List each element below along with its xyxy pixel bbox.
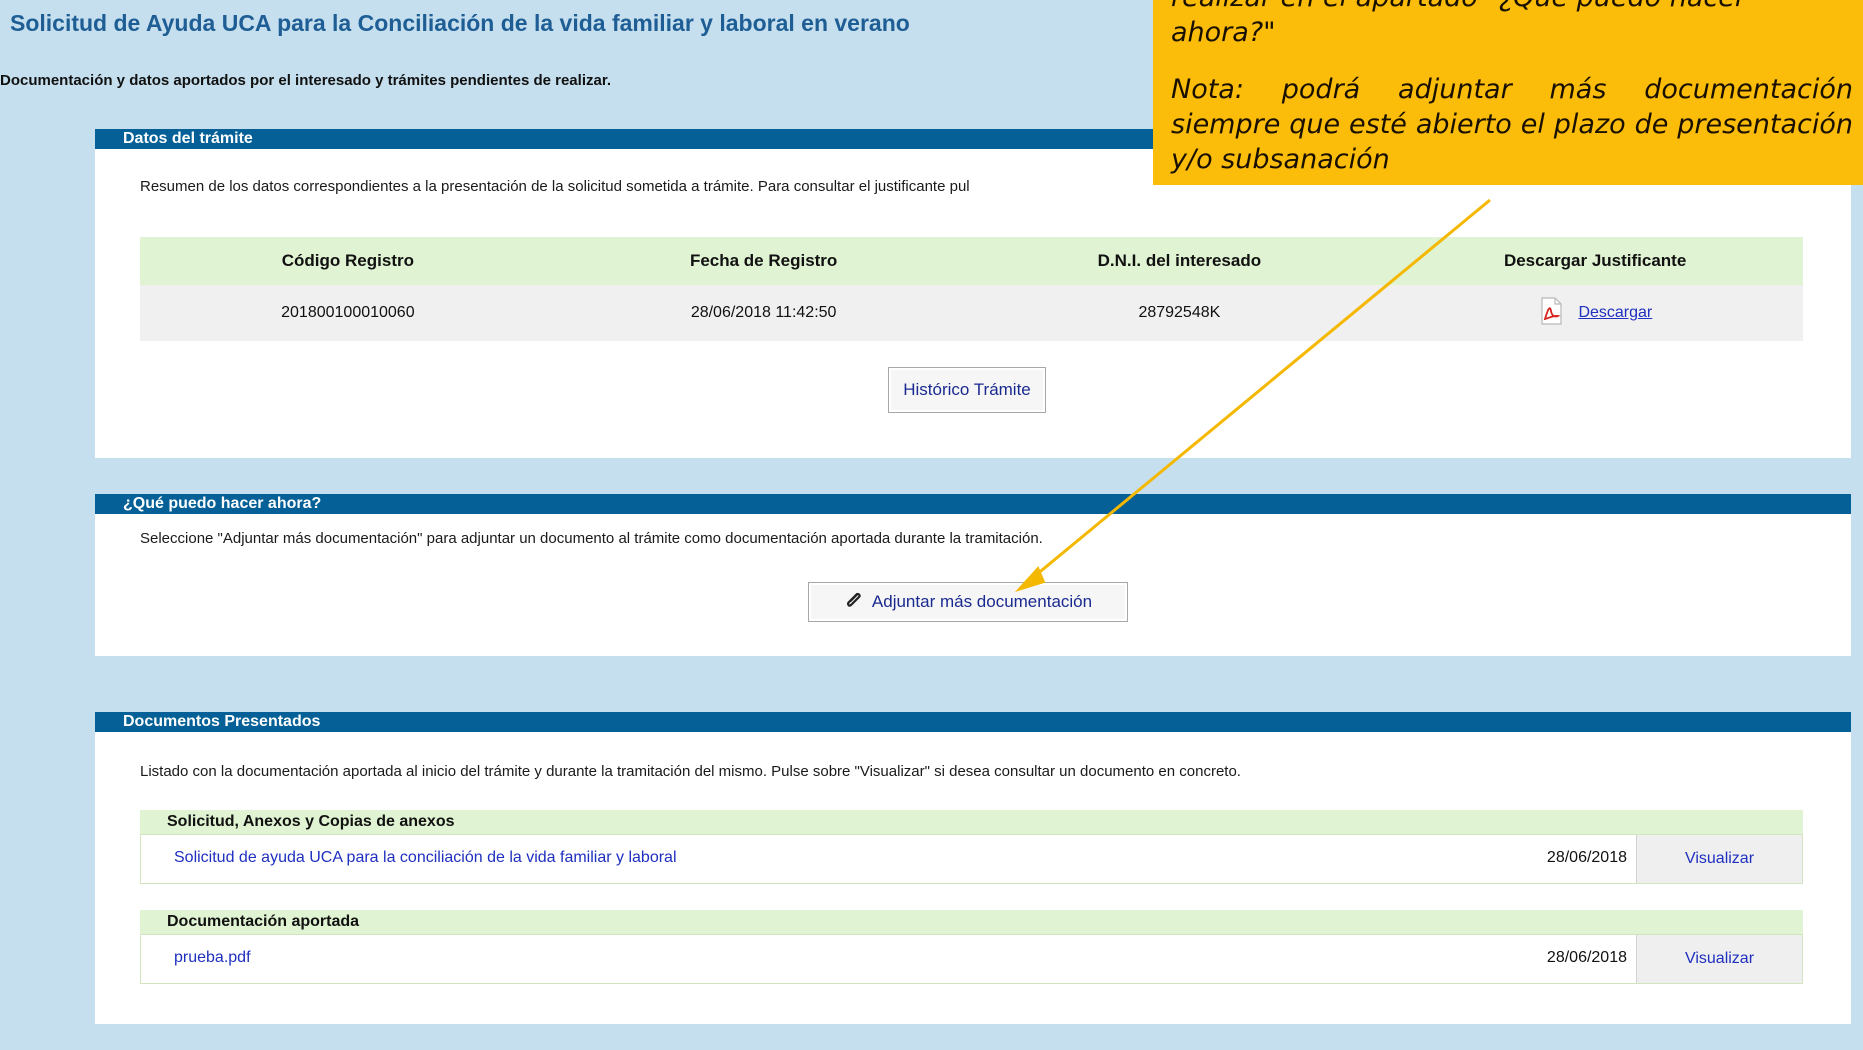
- adjuntar-button-label: Adjuntar más documentación: [871, 592, 1093, 611]
- document-date: 28/06/2018: [1546, 849, 1627, 866]
- pdf-icon[interactable]: [1538, 296, 1564, 330]
- tramite-table: Código Registro Fecha de Registro D.N.I.…: [140, 237, 1803, 341]
- adjuntar-documentacion-button[interactable]: Adjuntar más documentación: [808, 582, 1128, 622]
- visualizar-button[interactable]: Visualizar: [1636, 835, 1802, 883]
- que-puedo-panel: ¿Qué puedo hacer ahora? Seleccione "Adju…: [95, 494, 1851, 656]
- dni-value: 28792548K: [1138, 304, 1221, 321]
- paperclip-icon: [844, 590, 864, 615]
- descargar-cell: Descargar: [1387, 296, 1803, 330]
- callout-nota: Nota: podrá adjuntar más documentación s…: [1171, 74, 1853, 175]
- column-fecha-registro: Fecha de Registro: [689, 251, 838, 270]
- callout-line2: ahora?": [1171, 17, 1276, 48]
- doc-group-title-text: Solicitud, Anexos y Copias de anexos: [167, 813, 455, 830]
- datos-tramite-intro: Resumen de los datos correspondientes a …: [140, 178, 970, 195]
- document-link[interactable]: prueba.pdf: [174, 949, 251, 967]
- documentos-intro: Listado con la documentación aportada al…: [140, 763, 1241, 780]
- list-item: prueba.pdf 28/06/2018 Visualizar: [140, 934, 1803, 984]
- doc-group-solicitud-title: Solicitud, Anexos y Copias de anexos: [140, 810, 1803, 834]
- historico-tramite-button[interactable]: Histórico Trámite: [888, 367, 1046, 413]
- documentos-header: Documentos Presentados: [95, 712, 1851, 732]
- column-descargar: Descargar Justificante: [1503, 251, 1687, 270]
- documentos-panel: Documentos Presentados Listado con la do…: [95, 712, 1851, 1024]
- que-puedo-intro: Seleccione "Adjuntar más documentación" …: [140, 530, 1043, 547]
- doc-group-title-text: Documentación aportada: [167, 913, 360, 930]
- fecha-registro-value: 28/06/2018 11:42:50: [690, 304, 837, 321]
- descargar-link[interactable]: Descargar: [1578, 304, 1652, 321]
- doc-group-aportada-title: Documentación aportada: [140, 910, 1803, 934]
- que-puedo-header: ¿Qué puedo hacer ahora?: [95, 494, 1851, 514]
- page-title: Solicitud de Ayuda UCA para la Conciliac…: [10, 10, 910, 36]
- table-header: Código Registro Fecha de Registro D.N.I.…: [140, 237, 1803, 285]
- visualizar-button[interactable]: Visualizar: [1636, 935, 1802, 983]
- document-date: 28/06/2018: [1546, 949, 1627, 966]
- codigo-registro-value: 201800100010060: [281, 304, 415, 321]
- annotation-callout: realizar en el apartado "¿Qué puedo hace…: [1153, 0, 1863, 185]
- document-link[interactable]: Solicitud de ayuda UCA para la conciliac…: [174, 849, 677, 867]
- page-subtitle: Documentación y datos aportados por el i…: [0, 72, 612, 89]
- column-dni: D.N.I. del interesado: [1097, 251, 1262, 270]
- callout-top-text: realizar en el apartado "¿Qué puedo hace…: [1171, 0, 1853, 15]
- list-item: Solicitud de ayuda UCA para la conciliac…: [140, 834, 1803, 884]
- column-codigo-registro: Código Registro: [281, 251, 414, 270]
- table-row: 201800100010060 28/06/2018 11:42:50 2879…: [140, 285, 1803, 341]
